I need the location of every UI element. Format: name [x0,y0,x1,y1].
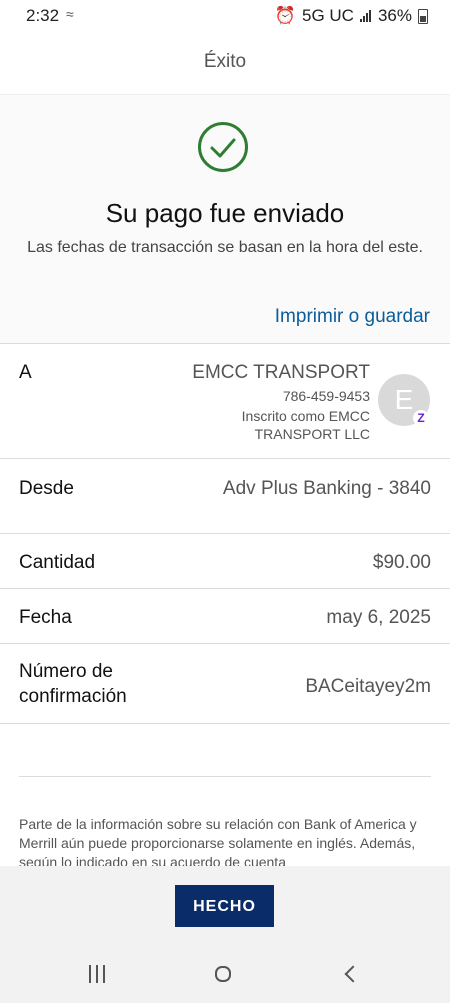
home-icon[interactable] [215,966,231,982]
amount-row: Cantidad $90.00 [0,533,450,589]
confirmation-subtitle: Las fechas de transacción se basan en la… [27,239,423,256]
from-value: Adv Plus Banking - 3840 [222,478,431,499]
to-label: A [19,362,32,383]
network-label: 5G UC [302,6,354,25]
back-icon[interactable] [344,965,362,983]
recipient-phone: 786-459-9453 [282,388,370,404]
confirmation-panel: Su pago fue enviado Las fechas de transa… [0,95,450,343]
battery-percent: 36% [377,6,412,25]
from-row: Desde Adv Plus Banking - 3840 [0,458,450,534]
recipient-row: A EMCC TRANSPORT 786-459-9453 Inscrito c… [0,343,450,459]
recipient-name: EMCC TRANSPORT [192,362,370,383]
disclaimer-text: Parte de la información sobre su relació… [19,816,417,870]
confirmation-number-row: Número de confirmación BACeitayey2m [0,643,450,724]
divider [19,776,431,777]
confirmation-number-value: BACeitayey2m [305,676,431,697]
confirmation-title: Su pago fue enviado [105,198,345,228]
date-row: Fecha may 6, 2025 [0,588,450,644]
registered-as-line2: TRANSPORT LLC [254,426,370,442]
confirmation-number-label-line1: Número de [19,661,113,682]
check-circle-icon [198,122,248,172]
confirmation-number-label-line2: confirmación [19,686,127,707]
header: Éxito [0,32,450,95]
battery-icon [418,8,428,24]
signal-icon [359,10,372,22]
zelle-icon: Z [413,410,429,426]
system-nav-bar [0,946,450,1003]
from-label: Desde [19,478,74,499]
status-bar: 2:32 ≈ ⏰ 5G UC 36% [0,0,450,32]
bottom-action-bar: HECHO [0,866,450,946]
print-or-save-link[interactable]: Imprimir o guardar [275,306,430,328]
alarm-icon: ⏰ [274,6,296,25]
done-button[interactable]: HECHO [175,885,274,927]
recent-apps-icon[interactable] [86,964,110,984]
amount-value: $90.00 [372,552,431,573]
page-title: Éxito [203,51,247,72]
date-label: Fecha [19,607,72,628]
registered-as-line1: Inscrito como EMCC [241,408,370,424]
date-value: may 6, 2025 [326,607,431,628]
status-time: 2:32 [26,6,60,25]
status-right: ⏰ 5G UC 36% [275,6,428,26]
amount-label: Cantidad [19,552,96,573]
wifi-icon: ≈ [66,6,74,22]
